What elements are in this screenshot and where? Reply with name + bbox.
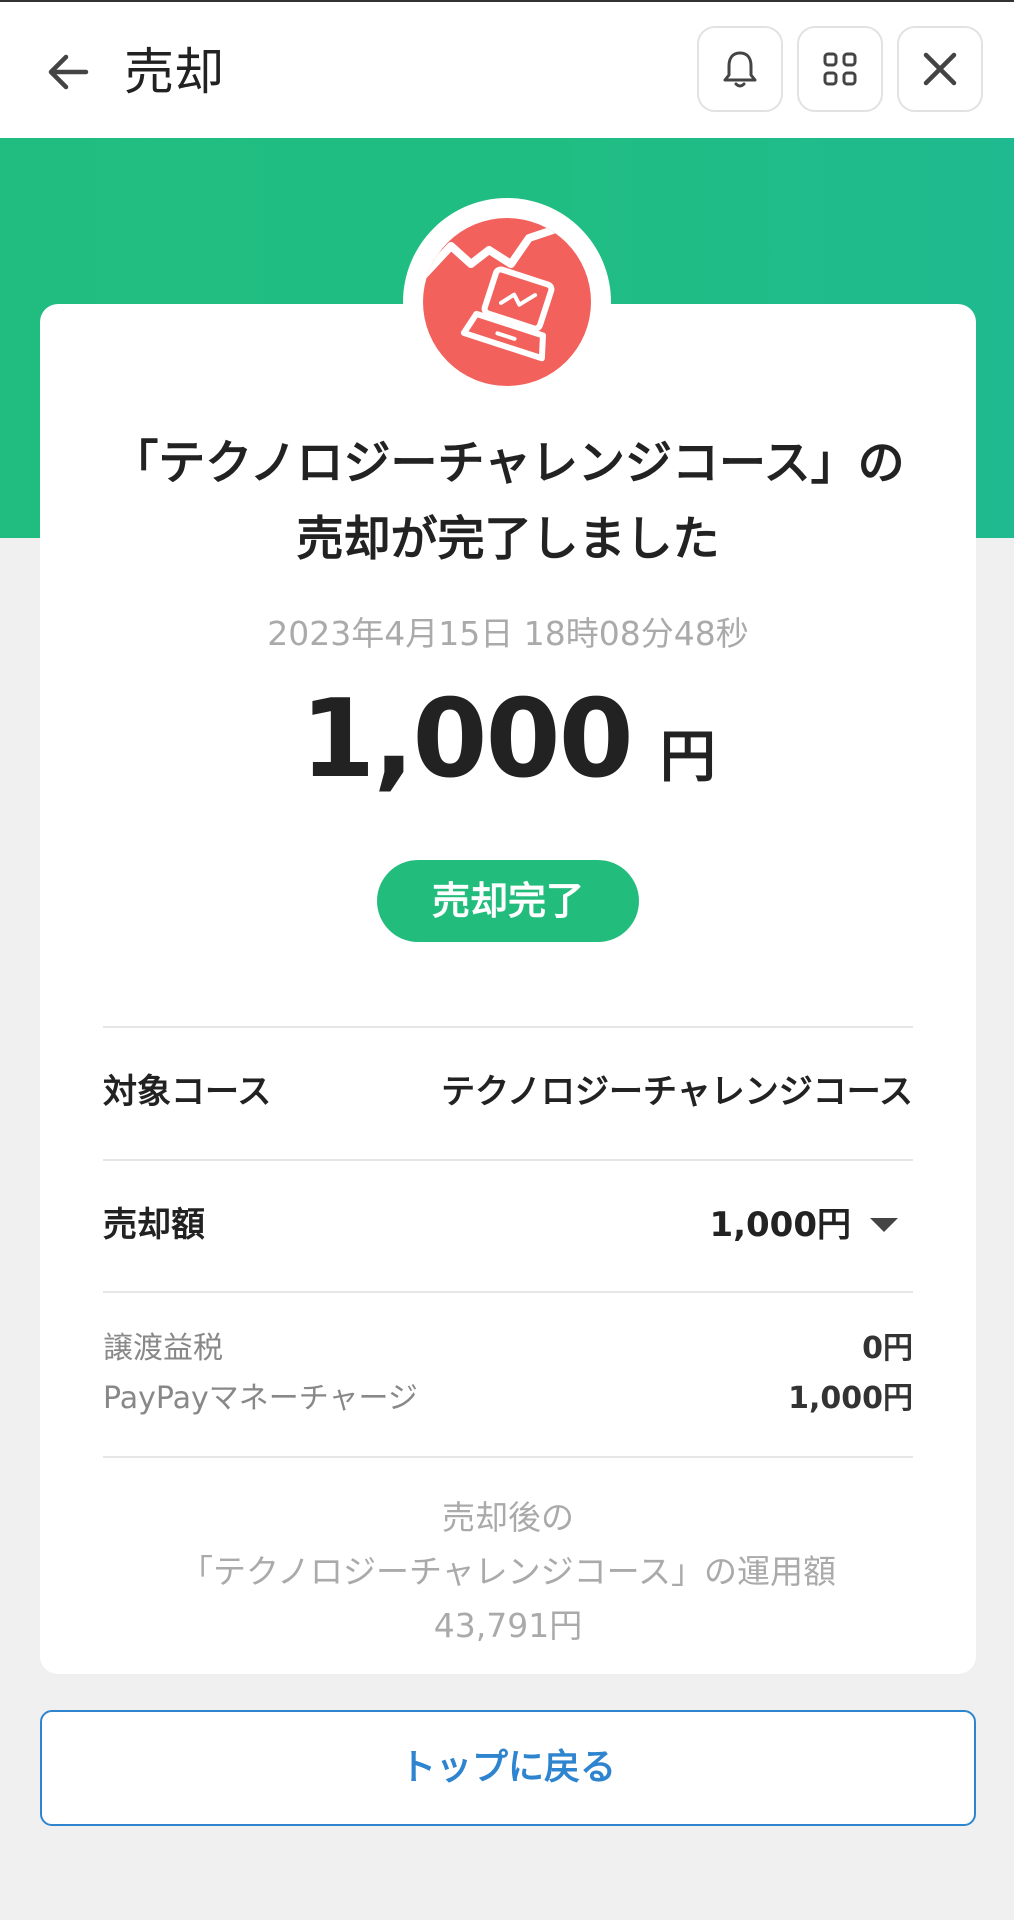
divider bbox=[103, 1026, 913, 1028]
close-button[interactable] bbox=[897, 26, 983, 112]
chevron-down-icon[interactable] bbox=[868, 1215, 900, 1235]
tax-label: 譲渡益税 bbox=[103, 1331, 223, 1366]
completion-title-line2: 売却が完了しました bbox=[296, 512, 720, 567]
bell-icon bbox=[723, 51, 757, 88]
divider bbox=[103, 1159, 913, 1161]
completion-title-line1: 「テクノロジーチャレンジコース」の bbox=[111, 436, 905, 491]
after-sale-label: 売却後の bbox=[442, 1498, 574, 1537]
app-header: 売却 bbox=[0, 2, 1014, 138]
divider bbox=[103, 1291, 913, 1293]
apps-menu-button[interactable] bbox=[797, 26, 883, 112]
after-sale-balance: 43,791円 bbox=[433, 1606, 583, 1645]
course-icon bbox=[423, 218, 591, 386]
course-label: 対象コース bbox=[103, 1072, 272, 1112]
sale-amount-value: 1,000 bbox=[300, 677, 634, 802]
sale-amount-unit: 円 bbox=[659, 725, 716, 790]
status-badge: 売却完了 bbox=[377, 860, 639, 942]
course-value: テクノロジーチャレンジコース bbox=[441, 1072, 913, 1112]
technology-laptop-chart-icon bbox=[423, 226, 557, 362]
charge-label: PayPayマネーチャージ bbox=[103, 1381, 418, 1416]
close-icon bbox=[923, 52, 957, 86]
sale-datetime: 2023年4月15日 18時08分48秒 bbox=[267, 614, 749, 653]
sale-amount-detail-value[interactable]: 1,000円 bbox=[709, 1202, 851, 1248]
back-button[interactable] bbox=[40, 44, 96, 100]
divider bbox=[103, 1456, 913, 1458]
charge-value: 1,000円 bbox=[788, 1381, 913, 1416]
back-arrow-icon bbox=[48, 54, 89, 90]
page-title: 売却 bbox=[124, 43, 224, 101]
sale-amount-label: 売却額 bbox=[103, 1205, 205, 1245]
after-sale-course: 「テクノロジーチャレンジコース」の運用額 bbox=[179, 1552, 837, 1591]
apps-grid-icon bbox=[823, 52, 857, 86]
notification-button[interactable] bbox=[697, 26, 783, 112]
sale-amount: 1,000 円 bbox=[40, 680, 976, 800]
back-to-top-button[interactable]: トップに戻る bbox=[40, 1710, 976, 1826]
tax-value: 0円 bbox=[862, 1331, 913, 1366]
